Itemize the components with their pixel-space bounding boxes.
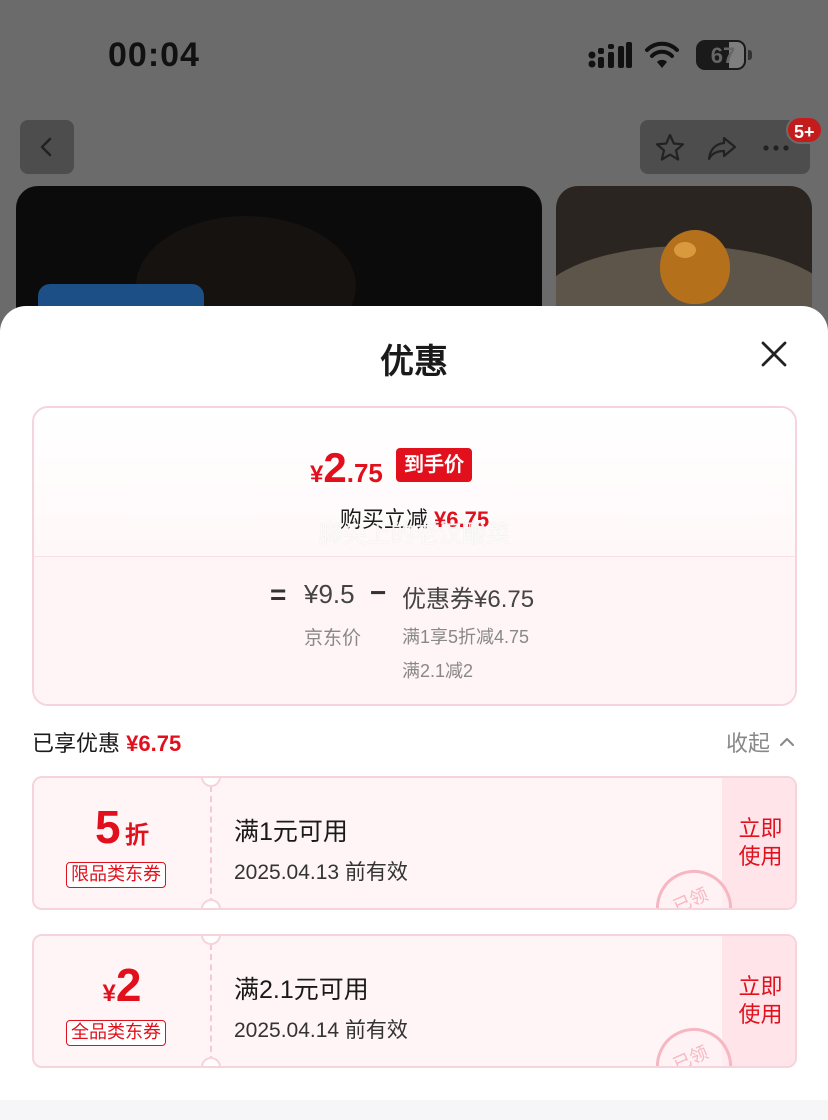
jd-price: ¥9.5: [304, 579, 355, 609]
use-now-label: 立即使用: [738, 974, 783, 1027]
chevron-left-icon: [40, 137, 52, 157]
battery-icon: 67: [696, 40, 752, 70]
final-price-section: ¥2.75 到手价 购买立减 ¥6.75 脚尖上的老汉酸菜: [34, 408, 795, 556]
final-price: ¥2.75: [310, 444, 383, 491]
wifi-icon: [645, 41, 679, 68]
minus-sign: −: [370, 577, 387, 608]
coupon-validity: 2025.04.13 前有效: [234, 861, 408, 884]
coupon-divider: [210, 944, 212, 1062]
watermark: 脚尖上的老汉酸菜: [318, 521, 511, 548]
coupon-card: ¥2 全品类东券 满2.1元可用 2025.04.14 前有效 立即使用 已领: [32, 934, 797, 1068]
use-now-label: 立即使用: [738, 816, 783, 869]
collapse-button[interactable]: 收起: [726, 726, 796, 758]
final-price-tag: 到手价: [396, 448, 472, 482]
coupon-value-section: 5 折 限品类东券: [34, 778, 210, 908]
star-icon[interactable]: [654, 132, 686, 164]
coupon-value: 5 折: [94, 801, 150, 853]
coupon-condition: 满2.1元可用: [234, 976, 369, 1004]
coupon-validity: 2025.04.14 前有效: [234, 1019, 408, 1042]
use-now-button[interactable]: 立即使用: [722, 936, 795, 1066]
discount-sheet: 优惠 ¥2.75 到手价 购买立减 ¥6.75 脚尖上的老汉酸菜 = ¥9.5 …: [0, 306, 828, 1120]
coupon-card: 5 折 限品类东券 满1元可用 2025.04.13 前有效 立即使用 已领: [32, 776, 797, 910]
coupon-divider: [210, 786, 212, 904]
use-now-button[interactable]: 立即使用: [722, 778, 795, 908]
cellular-signal-icon: [588, 42, 632, 68]
coupon-value-section: ¥2 全品类东券: [34, 936, 210, 1066]
bottom-safe-area: [0, 1100, 828, 1120]
close-icon[interactable]: [756, 336, 792, 372]
coupon-condition-1: 满1享5折减4.75: [402, 627, 530, 647]
share-icon[interactable]: [706, 132, 738, 164]
collapse-label: 收起: [726, 731, 771, 756]
coupon-condition: 满1元可用: [234, 818, 348, 846]
status-bar: 00:04 67: [0, 0, 828, 110]
price-summary: ¥2.75 到手价 购买立减 ¥6.75 脚尖上的老汉酸菜 = ¥9.5 − 优…: [32, 406, 797, 706]
coupon-total: 优惠券¥6.75: [402, 586, 535, 613]
coupon-scope: 全品类东券: [66, 1020, 166, 1046]
status-time: 00:04: [108, 36, 200, 74]
price-breakdown: = ¥9.5 − 优惠券¥6.75 京东价 满1享5折减4.75 满2.1减2: [34, 556, 795, 704]
battery-level: 67: [710, 43, 736, 68]
back-button[interactable]: [20, 120, 74, 174]
chevron-up-icon: [780, 738, 795, 746]
enjoyed-discount: 已享优惠 ¥6.75: [32, 731, 182, 756]
jd-price-label: 京东价: [304, 628, 362, 649]
coupon-scope: 限品类东券: [66, 862, 166, 888]
sheet-title: 优惠: [380, 343, 448, 381]
notification-badge: 5+: [786, 116, 823, 144]
coupon-condition-2: 满2.1减2: [402, 661, 474, 681]
equals-sign: =: [270, 579, 287, 610]
coupon-value: ¥2: [102, 959, 142, 1011]
header-actions: [640, 120, 810, 174]
